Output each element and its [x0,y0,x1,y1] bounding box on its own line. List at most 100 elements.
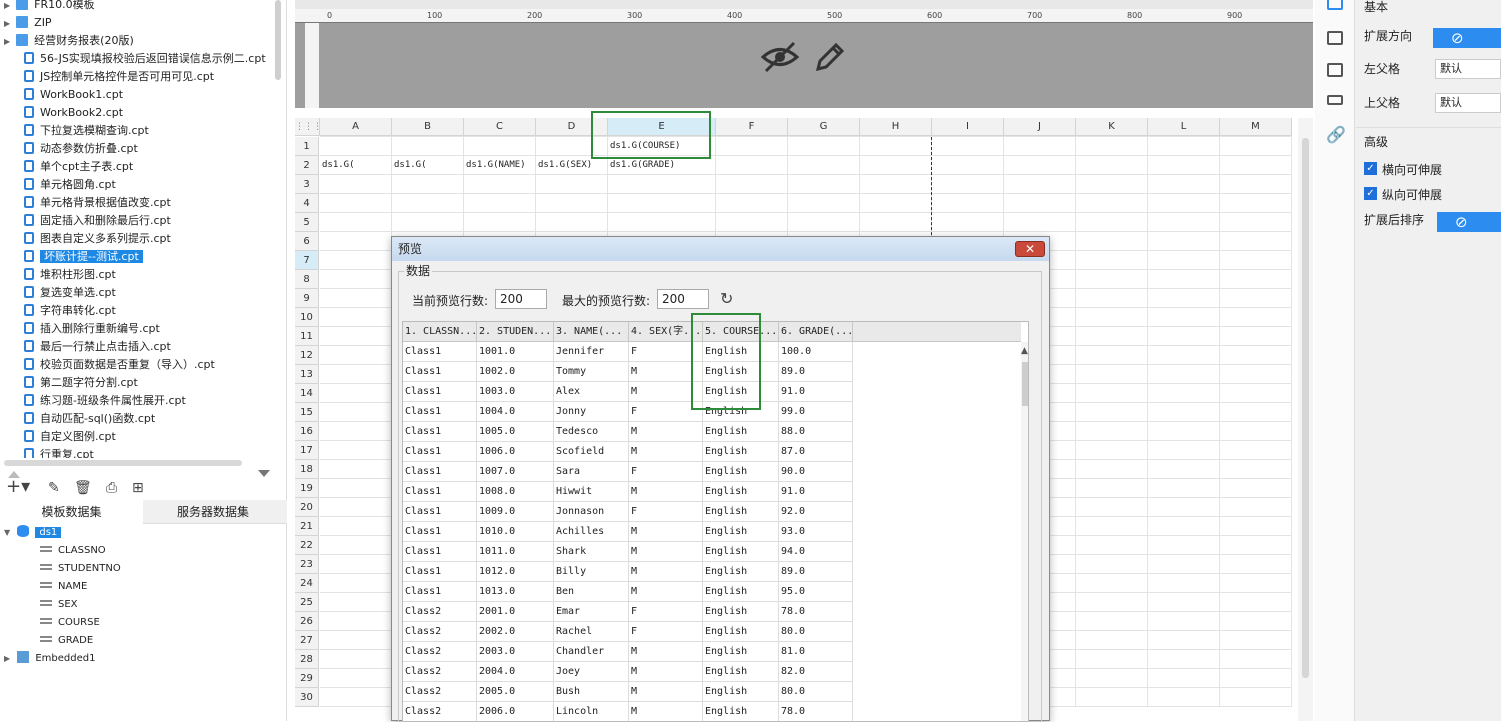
column-header[interactable]: K [1076,118,1148,136]
dialog-title-bar[interactable]: 预览 [392,237,1049,261]
column-header[interactable]: F [716,118,788,136]
tree-file[interactable]: 插入删除行重新编号.cpt [24,320,160,338]
tree-file[interactable]: 第二题字符分割.cpt [24,374,138,392]
row-header[interactable]: 27 [295,631,319,650]
tree-folder[interactable]: ▶ FR10.0模板 [4,0,95,14]
dataset-field[interactable]: SEX [40,596,78,614]
tree-file[interactable]: 动态参数仿折叠.cpt [24,140,138,158]
horizontal-expand-checkbox[interactable]: ✓ [1364,162,1377,175]
row-header[interactable]: 15 [295,403,319,422]
preview-column-header[interactable]: 3. NAME(... [554,322,629,342]
tree-file[interactable]: 图表自定义多系列提示.cpt [24,230,171,248]
column-header[interactable]: C [464,118,536,136]
preview-column-header[interactable]: 5. COURSE... [703,322,779,342]
tree-file[interactable]: 下拉复选模糊查询.cpt [24,122,149,140]
row-header[interactable]: 11 [295,327,319,346]
row-header[interactable]: 13 [295,365,319,384]
row-header[interactable]: 22 [295,536,319,555]
tree-file[interactable]: 最后一行禁止点击插入.cpt [24,338,171,356]
row-header[interactable]: 19 [295,479,319,498]
preview-column-header[interactable]: 6. GRADE(... [779,322,853,342]
tree-file[interactable]: 单元格圆角.cpt [24,176,116,194]
condition-icon[interactable] [1327,95,1343,105]
preview-table-scrollbar[interactable]: ▲ [1021,342,1028,721]
tree-horizontal-scrollbar[interactable] [4,460,242,466]
tree-file[interactable]: WorkBook2.cpt [24,104,123,122]
tree-file[interactable]: WorkBook1.cpt [24,86,123,104]
tree-file[interactable]: 复选变单选.cpt [24,284,116,302]
sort-none-button[interactable]: ⊘ [1437,212,1501,232]
cell-attr-icon[interactable] [1327,0,1343,10]
tree-file[interactable]: 自动匹配-sql()函数.cpt [24,410,155,428]
left-parent-select[interactable]: 默认 [1435,59,1501,79]
row-header[interactable]: 9 [295,289,319,308]
row-header[interactable]: 18 [295,460,319,479]
column-header[interactable]: M [1220,118,1292,136]
tree-file[interactable]: 字符串转化.cpt [24,302,116,320]
top-parent-select[interactable]: 默认 [1435,93,1501,113]
row-header[interactable]: 14 [295,384,319,403]
cell-e1[interactable]: ds1.G(COURSE) [608,137,716,156]
preview-column-header[interactable]: 4. SEX(字... [629,322,703,342]
current-rows-input[interactable]: 200 [495,289,547,309]
row-header[interactable]: 1 [295,137,319,156]
dataset-item-ds1[interactable]: ▼ ds1 [4,524,62,542]
dataset-item-embedded[interactable]: ▶ Embedded1 [4,650,95,668]
edit-icon[interactable]: ✎ [48,480,60,496]
row-header[interactable]: 16 [295,422,319,441]
edit-pencil-icon[interactable] [813,40,845,74]
row-header[interactable]: 8 [295,270,319,289]
max-rows-input[interactable]: 200 [657,289,709,309]
dialog-close-button[interactable]: ✕ [1015,241,1045,257]
dataset-field[interactable]: STUDENTNO [40,560,121,578]
cell-d2[interactable]: ds1.G(SEX) [536,156,608,175]
row-header[interactable]: 30 [295,688,319,707]
column-header[interactable]: B [392,118,464,136]
delete-icon[interactable]: 🗑 [74,480,92,496]
column-header[interactable]: G [788,118,860,136]
preview-column-header[interactable]: 2. STUDEN... [477,322,554,342]
tree-file[interactable]: 坏账计提--测试.cpt [24,248,143,266]
row-header[interactable]: 3 [295,175,319,194]
row-header[interactable]: 12 [295,346,319,365]
collapse-arrow-icon[interactable] [258,470,270,477]
dataset-field[interactable]: CLASSNO [40,542,106,560]
dataset-field[interactable]: NAME [40,578,87,596]
row-header[interactable]: 5 [295,213,319,232]
tree-file[interactable]: 堆积柱形图.cpt [24,266,116,284]
column-header[interactable]: H [860,118,932,136]
cell-b2[interactable]: ds1.G( [392,156,464,175]
widget-icon[interactable] [1327,63,1343,77]
column-header[interactable]: J [1004,118,1076,136]
tree-file[interactable]: 自定义图例.cpt [24,428,116,446]
tree-file[interactable]: 练习题-班级条件属性展开.cpt [24,392,186,410]
preview-column-header[interactable]: 1. CLASSN... [403,322,477,342]
row-header[interactable]: 28 [295,650,319,669]
row-header[interactable]: 2 [295,156,319,175]
expand-direction-none-button[interactable]: ⊘ [1433,28,1501,48]
tree-file[interactable]: 56-JS实现填报校验后返回错误信息示例二.cpt [24,50,266,68]
dataset-edit-icon[interactable]: ⊞ [132,480,144,496]
add-icon[interactable]: +▾ [6,476,30,497]
hidden-eye-icon[interactable] [760,40,800,74]
row-header[interactable]: 24 [295,574,319,593]
tab-template-dataset[interactable]: 模板数据集 [0,500,143,524]
tree-folder[interactable]: ▶ 经营财务报表(20版) [4,32,134,50]
column-header[interactable]: D [536,118,608,136]
vertical-expand-checkbox[interactable]: ✓ [1364,187,1377,200]
column-header[interactable]: L [1148,118,1220,136]
row-header[interactable]: 10 [295,308,319,327]
cell-e2[interactable]: ds1.G(GRADE) [608,156,716,175]
refresh-icon[interactable]: ↻ [720,289,733,308]
preview-table[interactable]: 1. CLASSN... 2. STUDEN... 3. NAME(... 4. SE… [402,321,1029,722]
tree-file[interactable]: 固定插入和删除最后行.cpt [24,212,171,230]
row-header[interactable]: 25 [295,593,319,612]
column-header[interactable]: A [320,118,392,136]
select-all-corner[interactable]: ⋮⋮⋮ [295,118,322,136]
scroll-up-icon[interactable]: ▲ [1021,346,1028,356]
row-header[interactable]: 21 [295,517,319,536]
row-header[interactable]: 6 [295,232,319,251]
sheet-vertical-scrollbar[interactable] [1298,118,1313,721]
tree-folder[interactable]: ▶ ZIP [4,14,52,32]
cell-style-icon[interactable] [1327,31,1343,45]
